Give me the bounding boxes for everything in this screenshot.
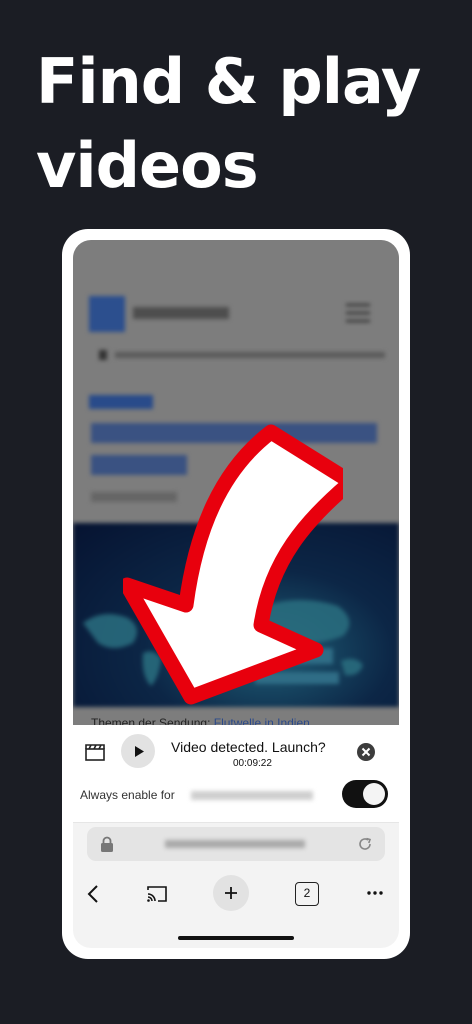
- breadcrumb: [115, 352, 385, 358]
- breadcrumb-icon: [99, 350, 107, 360]
- phone-screen: Themen der Sendung: Flutwelle in Indien …: [73, 240, 399, 948]
- caption-prefix: Themen der Sendung:: [91, 716, 211, 725]
- cast-icon[interactable]: [147, 886, 167, 902]
- video-detected-panel: Video detected. Launch? 00:09:22 Always …: [73, 725, 399, 823]
- new-tab-button[interactable]: [213, 875, 249, 911]
- webpage-content: Themen der Sendung: Flutwelle in Indien: [73, 240, 399, 725]
- site-name: [133, 307, 229, 319]
- headline-line-2: videos: [36, 129, 259, 202]
- reload-icon[interactable]: [357, 836, 373, 852]
- lock-icon: [101, 836, 113, 852]
- play-icon: [135, 746, 144, 757]
- phone-frame: Themen der Sendung: Flutwelle in Indien …: [62, 229, 410, 959]
- close-circle-icon[interactable]: [357, 743, 375, 761]
- tabs-icon[interactable]: 2: [295, 882, 319, 906]
- video-duration: 00:09:22: [233, 758, 272, 769]
- article-tag: [89, 395, 153, 409]
- site-logo: [89, 296, 125, 332]
- address-bar[interactable]: [87, 827, 385, 861]
- always-enable-toggle[interactable]: [342, 780, 388, 808]
- caption-link[interactable]: Flutwelle in Indien: [214, 716, 310, 725]
- toggle-knob: [363, 783, 385, 805]
- back-icon[interactable]: [87, 884, 99, 904]
- url-text: [165, 840, 305, 848]
- hamburger-menu-icon[interactable]: [346, 304, 370, 328]
- headline-line-1: Find & play: [36, 45, 421, 118]
- clapperboard-icon: [85, 744, 105, 761]
- home-indicator[interactable]: [178, 936, 294, 940]
- headline: Find & play videos: [36, 40, 456, 208]
- curved-arrow-icon: [123, 424, 343, 705]
- plus-icon: [225, 887, 237, 899]
- always-enable-domain: [191, 791, 313, 800]
- more-icon[interactable]: [367, 891, 383, 895]
- always-enable-label: Always enable for: [80, 788, 175, 802]
- video-detected-message: Video detected. Launch?: [171, 739, 326, 755]
- play-button[interactable]: [121, 734, 155, 768]
- browser-toolbar: 2: [73, 872, 399, 916]
- video-caption: Themen der Sendung: Flutwelle in Indien: [91, 716, 310, 725]
